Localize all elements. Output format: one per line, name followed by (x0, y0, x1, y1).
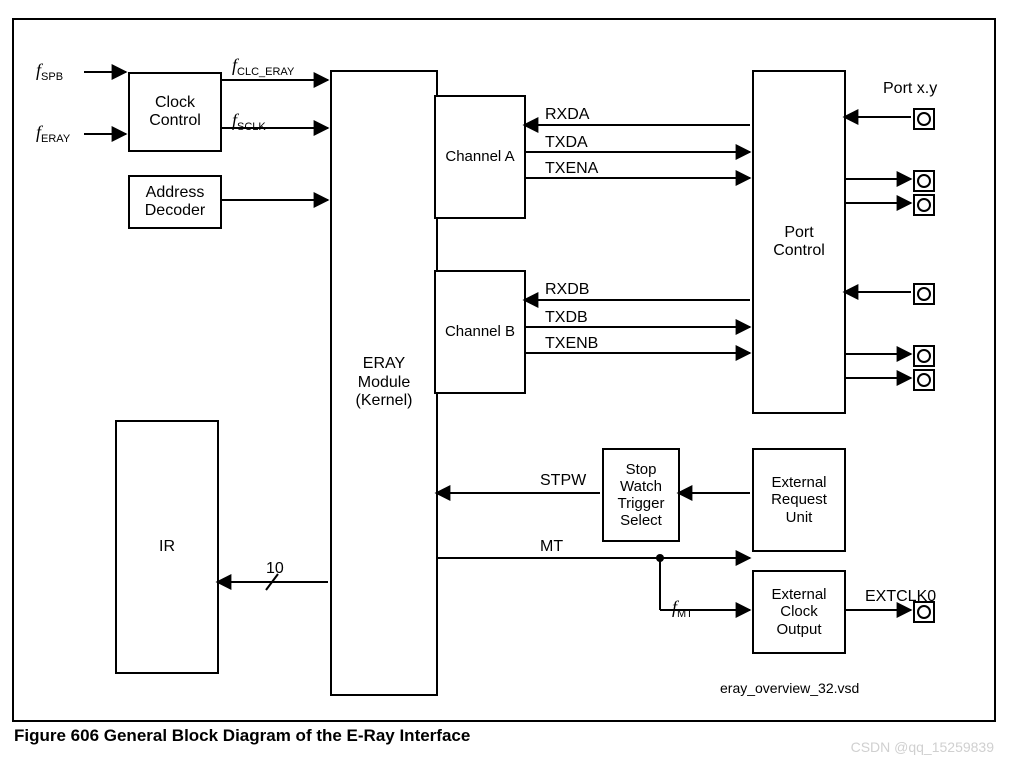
figure-caption: Figure 606 General Block Diagram of the … (14, 726, 470, 746)
watermark: CSDN @qq_15259839 (851, 739, 994, 755)
diagram-canvas: ClockControl AddressDecoder ERAYModule(K… (0, 0, 1012, 767)
wiring-svg (0, 0, 1012, 767)
